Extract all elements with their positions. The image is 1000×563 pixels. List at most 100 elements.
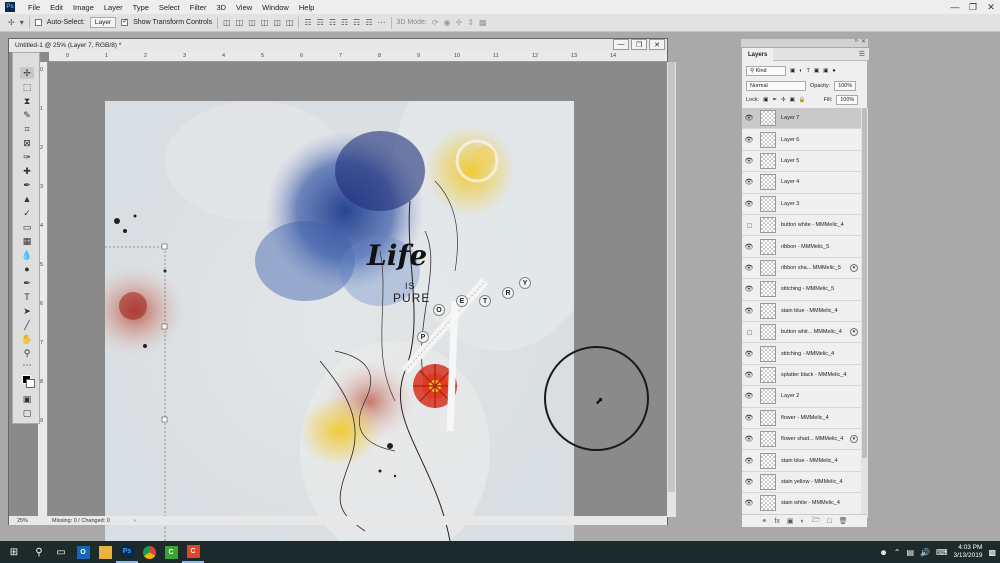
doc-restore-icon[interactable]: ❐ — [631, 39, 647, 50]
task-view-icon[interactable]: ▭ — [50, 541, 72, 563]
brush-tool-icon[interactable]: ✒ — [20, 179, 34, 191]
layer-row[interactable]: 👁 Layer 3 — [742, 194, 861, 215]
zoom-tool-icon[interactable]: ⚲ — [20, 347, 34, 359]
taskbar-outlook[interactable]: O — [72, 541, 94, 563]
tab-layers[interactable]: Layers — [742, 48, 774, 61]
taskbar-camtasia-recorder[interactable]: C — [160, 541, 182, 563]
layers-scrollbar[interactable] — [861, 108, 868, 518]
layer-row[interactable]: 👁 stain yellow - MMMelic_4 — [742, 472, 861, 494]
new-group-icon[interactable]: 🗁 — [812, 516, 821, 527]
visibility-eye-icon[interactable]: 👁 — [742, 350, 756, 358]
path-selection-tool-icon[interactable]: ➤ — [20, 305, 34, 317]
layer-row[interactable]: 👁 ribbon - MMMelic_5 — [742, 236, 861, 258]
minimize-icon[interactable]: — — [946, 0, 964, 14]
menu-image[interactable]: Image — [68, 3, 99, 12]
layer-row[interactable]: 👁 Layer 5 — [742, 151, 861, 173]
close-icon[interactable]: ✕ — [982, 0, 1000, 14]
restore-icon[interactable]: ❐ — [964, 0, 982, 14]
visibility-eye-icon[interactable]: 👁 — [742, 114, 756, 122]
layer-row[interactable]: button whit... MMMelic_4 ▾ — [742, 322, 861, 344]
adjustment-layer-icon[interactable]: ◐ — [800, 518, 804, 525]
layer-row[interactable]: 👁 Layer 2 — [742, 386, 861, 408]
auto-select-target-dropdown[interactable]: Layer — [89, 17, 117, 28]
menu-type[interactable]: Type — [128, 3, 154, 12]
layer-row[interactable]: 👁 ribbon sha... MMMelic_5 ▾ — [742, 258, 861, 280]
chevron-up-icon[interactable]: ⌃ — [894, 548, 901, 557]
filter-adjustment-icon[interactable]: ◐ — [799, 68, 802, 74]
move-tool-icon[interactable]: ✢ — [20, 67, 34, 79]
layer-effects-icon[interactable]: ▾ — [850, 328, 858, 337]
doc-minimize-icon[interactable]: — — [613, 39, 629, 50]
scrollbar-thumb[interactable] — [668, 62, 675, 492]
taskbar-photoshop[interactable]: Ps — [116, 541, 138, 563]
hand-tool-icon[interactable]: ✋ — [20, 333, 34, 345]
filter-shape-icon[interactable]: ▣ — [814, 68, 819, 74]
quick-select-tool-icon[interactable]: ✎ — [20, 109, 34, 121]
visibility-off-icon[interactable] — [742, 329, 756, 335]
3d-scale-icon[interactable]: ▩ — [479, 18, 487, 27]
taskbar-camtasia[interactable]: C — [182, 541, 204, 563]
distribute-right-icon[interactable]: ☶ — [365, 18, 372, 27]
keyboard-icon[interactable]: ⌨ — [936, 548, 948, 557]
close-panel-icon[interactable]: ✕ — [861, 38, 866, 45]
filter-toggle-icon[interactable]: ● — [832, 68, 835, 74]
menu-layer[interactable]: Layer — [99, 3, 128, 12]
scrollbar-thumb[interactable] — [862, 108, 867, 458]
background-color-swatch[interactable] — [26, 379, 35, 388]
network-icon[interactable]: ▤ — [906, 548, 914, 557]
layer-row[interactable]: 👁 Layer 7 — [742, 108, 861, 130]
crop-tool-icon[interactable]: ⌗ — [20, 123, 34, 135]
align-center-icon[interactable]: ◫ — [236, 18, 244, 27]
visibility-eye-icon[interactable]: 👁 — [742, 200, 756, 208]
3d-roll-icon[interactable]: ◉ — [444, 18, 451, 27]
panel-collapse-strip[interactable]: » ✕ — [741, 38, 868, 47]
visibility-off-icon[interactable] — [742, 222, 756, 228]
lock-position-icon[interactable]: ✢ — [781, 97, 786, 103]
clone-stamp-tool-icon[interactable]: ▲ — [20, 193, 34, 205]
3d-pan-icon[interactable]: ✢ — [456, 18, 463, 27]
lock-image-icon[interactable]: ✒ — [772, 97, 777, 103]
opacity-input[interactable]: 100% — [834, 81, 857, 91]
status-menu-chevron-icon[interactable]: › — [134, 518, 136, 524]
filter-smart-object-icon[interactable]: ▣ — [823, 68, 828, 74]
align-right-icon[interactable]: ◫ — [248, 18, 256, 27]
link-layers-icon[interactable]: ⚭ — [762, 517, 768, 525]
menu-help[interactable]: Help — [294, 3, 319, 12]
people-icon[interactable]: ☻ — [879, 548, 887, 557]
lock-all-icon[interactable]: 🔒 — [799, 97, 806, 103]
align-left-icon[interactable]: ◫ — [223, 18, 231, 27]
taskbar-file-explorer[interactable] — [94, 541, 116, 563]
blend-mode-dropdown[interactable]: Normal — [746, 81, 806, 91]
clock[interactable]: 4:03 PM 3/13/2019 — [954, 544, 983, 560]
distribute-top-icon[interactable]: ☶ — [304, 18, 311, 27]
distribute-left-icon[interactable]: ☶ — [341, 18, 348, 27]
visibility-eye-icon[interactable]: 👁 — [742, 157, 756, 165]
layer-row[interactable]: 👁 Layer 4 — [742, 172, 861, 194]
eraser-tool-icon[interactable]: ▭ — [20, 221, 34, 233]
layer-effects-icon[interactable]: ▾ — [850, 435, 858, 444]
taskbar-chrome[interactable] — [138, 541, 160, 563]
layer-row[interactable]: 👁 stain blue - MMMelic_4 — [742, 450, 861, 472]
dodge-tool-icon[interactable]: ● — [20, 263, 34, 275]
move-tool-icon[interactable]: ✢ — [8, 18, 15, 27]
vertical-scrollbar[interactable] — [667, 62, 676, 517]
fill-input[interactable]: 100% — [836, 95, 859, 105]
lock-artboard-icon[interactable]: ▣ — [790, 97, 795, 103]
windows-start-icon[interactable]: ⊞ — [0, 541, 28, 563]
align-top-icon[interactable]: ◫ — [261, 18, 269, 27]
quick-mask-icon[interactable]: ▣ — [20, 393, 34, 405]
lasso-tool-icon[interactable]: ⧗ — [20, 95, 34, 107]
visibility-eye-icon[interactable]: 👁 — [742, 285, 756, 293]
more-options-icon[interactable]: ⋯ — [378, 18, 386, 27]
align-middle-icon[interactable]: ◫ — [273, 18, 281, 27]
search-icon[interactable]: ⚲ — [28, 541, 50, 563]
document-canvas[interactable]: Life IS PURE P O E T R Y — [105, 101, 574, 553]
volume-icon[interactable]: 🔊 — [920, 548, 930, 557]
layer-row[interactable]: 👁 Layer 6 — [742, 129, 861, 151]
zoom-level[interactable]: 25% — [17, 518, 28, 524]
show-transform-controls-checkbox[interactable] — [121, 17, 129, 26]
menu-window[interactable]: Window — [257, 3, 294, 12]
3d-orbit-icon[interactable]: ⟳ — [432, 18, 439, 27]
delete-layer-icon[interactable]: 🗑 — [839, 517, 848, 525]
layer-row[interactable]: button white - MMMelic_4 — [742, 215, 861, 237]
